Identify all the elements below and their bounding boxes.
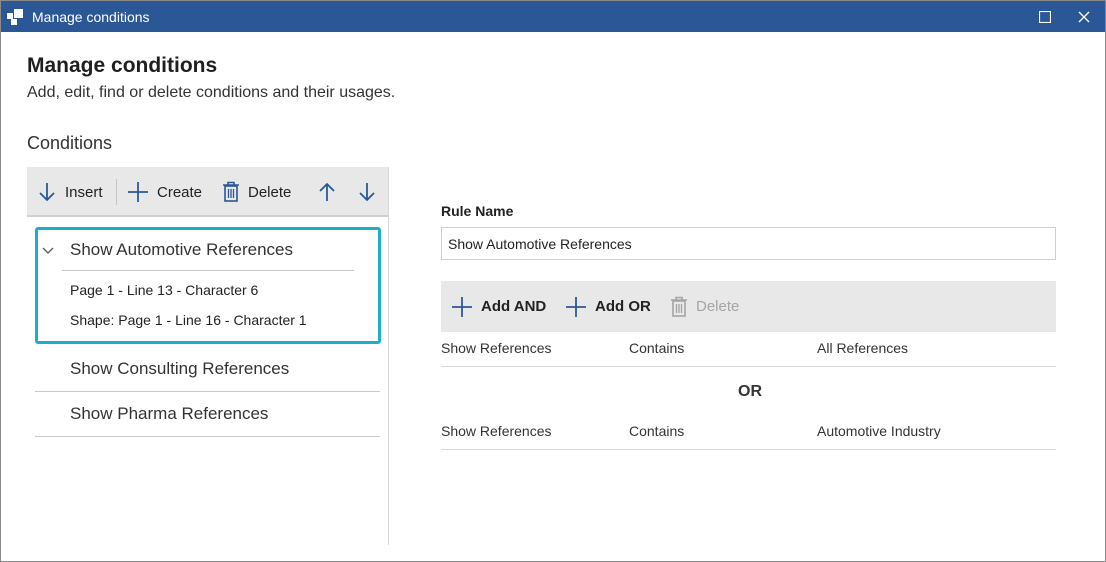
app-icon bbox=[7, 9, 23, 25]
trash-icon bbox=[671, 296, 687, 317]
condition-operator: Contains bbox=[629, 423, 685, 439]
add-or-button[interactable]: Add OR bbox=[565, 281, 651, 332]
create-button[interactable]: Create bbox=[127, 167, 202, 217]
plus-icon bbox=[452, 296, 472, 317]
condition-field: Show References bbox=[441, 340, 552, 356]
insert-button[interactable]: Insert bbox=[37, 167, 103, 217]
condition-item[interactable]: Show Pharma References bbox=[35, 392, 380, 437]
add-or-label: Add OR bbox=[595, 298, 651, 315]
arrow-up-icon bbox=[319, 182, 335, 201]
trash-icon bbox=[223, 181, 239, 202]
selected-condition[interactable]: Show Automotive References Page 1 - Line… bbox=[35, 227, 381, 344]
delete-button[interactable]: Delete bbox=[222, 167, 291, 217]
condition-operator: Contains bbox=[629, 340, 685, 356]
usage-item[interactable]: Page 1 - Line 13 - Character 6 bbox=[70, 282, 258, 298]
conditions-panel: Insert Create Delete Show Automotive Ref… bbox=[27, 167, 389, 545]
page-title: Manage conditions bbox=[27, 54, 218, 77]
condition-title: Show Automotive References bbox=[70, 240, 294, 259]
rule-condition-row[interactable]: Show References Contains Automotive Indu… bbox=[441, 416, 1056, 450]
usage-item[interactable]: Shape: Page 1 - Line 16 - Character 1 bbox=[70, 312, 307, 328]
chevron-down-icon[interactable] bbox=[42, 242, 54, 260]
window-title: Manage conditions bbox=[32, 9, 150, 25]
condition-item-label: Show Pharma References bbox=[70, 404, 269, 423]
condition-value: Automotive Industry bbox=[817, 423, 941, 439]
condition-value: All References bbox=[817, 340, 909, 356]
rule-condition-row[interactable]: Show References Contains All References bbox=[441, 333, 1056, 367]
move-down-button[interactable] bbox=[357, 167, 385, 217]
rule-delete-label: Delete bbox=[696, 298, 740, 315]
condition-item[interactable]: Show Consulting References bbox=[35, 347, 380, 392]
delete-label: Delete bbox=[248, 183, 292, 201]
arrow-down-icon bbox=[359, 183, 375, 202]
insert-label: Insert bbox=[65, 183, 103, 201]
plus-icon bbox=[128, 182, 148, 202]
or-separator: OR bbox=[738, 383, 762, 400]
toolbar-separator bbox=[116, 179, 117, 205]
condition-field: Show References bbox=[441, 423, 552, 439]
condition-item-label: Show Consulting References bbox=[70, 359, 290, 378]
create-label: Create bbox=[157, 183, 203, 201]
conditions-section-label: Conditions bbox=[27, 133, 113, 153]
condition-header[interactable]: Show Automotive References bbox=[38, 230, 378, 270]
add-and-button[interactable]: Add AND bbox=[451, 281, 546, 332]
move-up-button[interactable] bbox=[317, 167, 345, 217]
plus-icon bbox=[566, 296, 586, 317]
arrow-down-icon bbox=[39, 183, 55, 202]
title-bar: Manage conditions bbox=[1, 1, 1105, 32]
manage-conditions-window: Manage conditions Manage conditions Add,… bbox=[0, 0, 1106, 562]
rule-name-input[interactable] bbox=[441, 227, 1056, 260]
divider bbox=[62, 270, 354, 271]
rule-toolbar: Add AND Add OR Delete bbox=[441, 281, 1056, 332]
close-icon[interactable] bbox=[1067, 1, 1101, 32]
maximize-icon[interactable] bbox=[1028, 1, 1062, 32]
rule-delete-button[interactable]: Delete bbox=[670, 281, 739, 332]
rule-name-label: Rule Name bbox=[441, 203, 514, 219]
add-and-label: Add AND bbox=[481, 298, 547, 315]
conditions-toolbar: Insert Create Delete bbox=[27, 167, 388, 217]
page-subtitle: Add, edit, find or delete conditions and… bbox=[27, 84, 396, 101]
